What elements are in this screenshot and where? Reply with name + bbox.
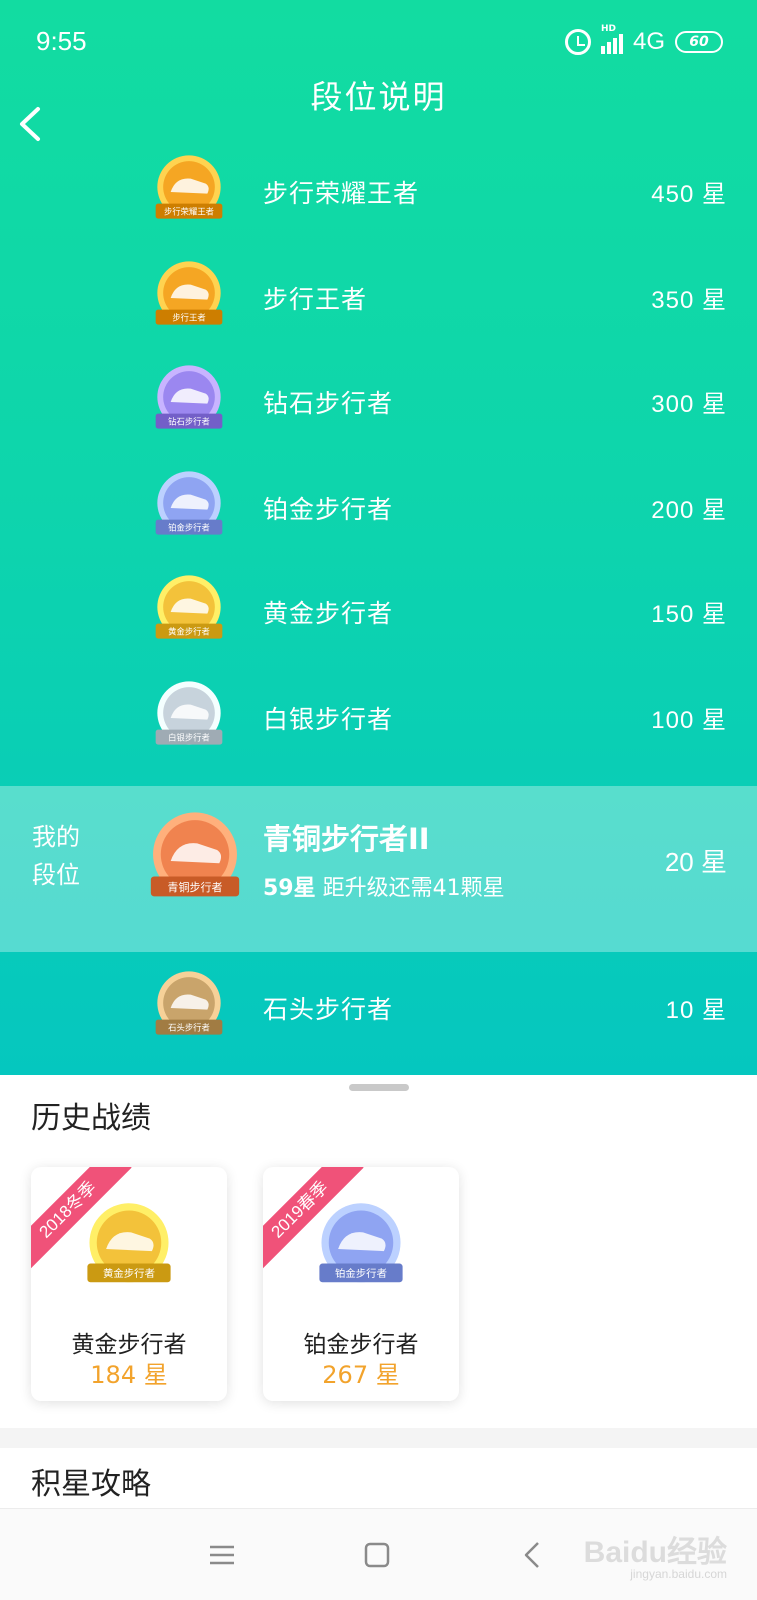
rank-stars: 450 星 — [651, 181, 727, 208]
stone-badge-icon: 石头步行者 — [146, 968, 232, 1048]
svg-text:黄金步行者: 黄金步行者 — [168, 627, 210, 637]
bronze-badge-icon: 青铜步行者 — [138, 808, 252, 914]
rank-badge-icon: 步行荣耀王者 — [146, 152, 232, 232]
rank-stars: 10 星 — [665, 997, 727, 1024]
alarm-icon — [564, 29, 591, 55]
rank-name: 黄金步行者 — [263, 599, 394, 628]
status-time: 9:55 — [36, 26, 87, 56]
page-title: 段位说明 — [310, 78, 447, 116]
rank-stars: 200 星 — [651, 497, 727, 524]
rank-stars: 300 星 — [651, 391, 727, 418]
status-bar: 9:55 HD 4G 60 — [36, 22, 723, 62]
platinum-badge-icon: 铂金步行者 — [309, 1199, 413, 1299]
my-rank-label-2: 段位 — [32, 861, 80, 889]
svg-text:钻石步行者: 钻石步行者 — [168, 417, 210, 427]
rank-row: 步行荣耀王者 步行荣耀王者 450 星 — [0, 144, 757, 234]
rank-badge-icon: 钻石步行者 — [146, 362, 232, 442]
my-rank-progress: 59星 距升级还需41颗星 — [263, 870, 505, 902]
svg-text:步行荣耀王者: 步行荣耀王者 — [164, 207, 214, 217]
my-current-stars: 59星 — [263, 876, 316, 901]
rank-name: 钻石步行者 — [263, 389, 394, 418]
my-rank-row: 我的 段位 青铜步行者 青铜步行者II 59星 距升级还需41颗星 20 星 — [0, 786, 757, 952]
section-divider — [0, 1428, 757, 1448]
history-card-name: 铂金步行者 — [303, 1332, 419, 1358]
home-square-icon — [364, 1542, 390, 1568]
history-card[interactable]: 2018冬季 黄金步行者 黄金步行者 184 星 — [31, 1167, 227, 1401]
sheet-drag-handle[interactable] — [349, 1084, 409, 1091]
rank-stars: 150 星 — [651, 601, 727, 628]
rank-badge-icon: 步行王者 — [146, 258, 232, 338]
menu-icon — [210, 1545, 234, 1565]
history-title: 历史战绩 — [31, 1101, 151, 1136]
rank-row: 白银步行者 白银步行者 100 星 — [0, 670, 757, 760]
svg-text:步行王者: 步行王者 — [172, 313, 205, 323]
rank-badge-icon: 黄金步行者 — [146, 572, 232, 652]
rank-stars: 100 星 — [651, 707, 727, 734]
svg-text:石头步行者: 石头步行者 — [168, 1023, 210, 1033]
rank-name: 石头步行者 — [263, 995, 394, 1024]
gold-badge-icon: 黄金步行者 — [77, 1199, 181, 1299]
rank-name: 步行王者 — [263, 285, 368, 314]
my-rank-stars: 20 星 — [664, 847, 727, 877]
baidu-watermark: Baidu经验 jingyan.baidu.com — [583, 1536, 727, 1581]
nav-back-button[interactable] — [512, 1535, 552, 1575]
rank-row-stone: 石头步行者 石头步行者 10 星 — [0, 960, 757, 1050]
rank-badge-icon: 白银步行者 — [146, 678, 232, 758]
hd-label: HD — [600, 24, 616, 34]
back-button[interactable] — [16, 106, 46, 142]
rank-stars: 350 星 — [651, 287, 727, 314]
network-label: 4G — [632, 28, 665, 55]
my-rank-label: 我的 — [32, 823, 80, 851]
rank-row: 黄金步行者 黄金步行者 150 星 — [0, 564, 757, 654]
rank-name: 铂金步行者 — [263, 495, 394, 524]
svg-text:黄金步行者: 黄金步行者 — [103, 1267, 155, 1280]
rank-name: 白银步行者 — [263, 705, 394, 734]
rank-row: 钻石步行者 钻石步行者 300 星 — [0, 354, 757, 444]
tips-title: 积星攻略 — [31, 1467, 151, 1502]
my-progress-text: 距升级还需41颗星 — [322, 876, 505, 901]
battery-icon: 60 — [675, 31, 723, 53]
rank-panel: 9:55 HD 4G 60 段位说明 步行荣耀王者 步行荣耀王者 450 星步行王者… — [0, 0, 757, 1075]
rank-name: 步行荣耀王者 — [263, 179, 420, 208]
history-card-stars: 267 星 — [322, 1361, 400, 1389]
history-card[interactable]: 2019春季 铂金步行者 铂金步行者 267 星 — [263, 1167, 459, 1401]
my-rank-name: 青铜步行者II — [263, 822, 430, 856]
svg-text:铂金步行者: 铂金步行者 — [168, 523, 210, 533]
rank-row: 铂金步行者 铂金步行者 200 星 — [0, 460, 757, 550]
svg-text:白银步行者: 白银步行者 — [168, 733, 210, 743]
nav-menu-button[interactable] — [202, 1535, 242, 1575]
history-card-stars: 184 星 — [90, 1361, 168, 1389]
svg-text:铂金步行者: 铂金步行者 — [335, 1267, 387, 1280]
svg-text:青铜步行者: 青铜步行者 — [167, 880, 222, 894]
system-nav-bar: Baidu经验 jingyan.baidu.com — [0, 1508, 757, 1600]
nav-home-button[interactable] — [357, 1535, 397, 1575]
back-triangle-icon — [524, 1542, 539, 1568]
rank-row: 步行王者 步行王者 350 星 — [0, 250, 757, 340]
chevron-left-icon — [20, 107, 40, 141]
signal-icon: HD — [600, 24, 623, 54]
rank-badge-icon: 铂金步行者 — [146, 468, 232, 548]
history-card-name: 黄金步行者 — [71, 1332, 187, 1358]
